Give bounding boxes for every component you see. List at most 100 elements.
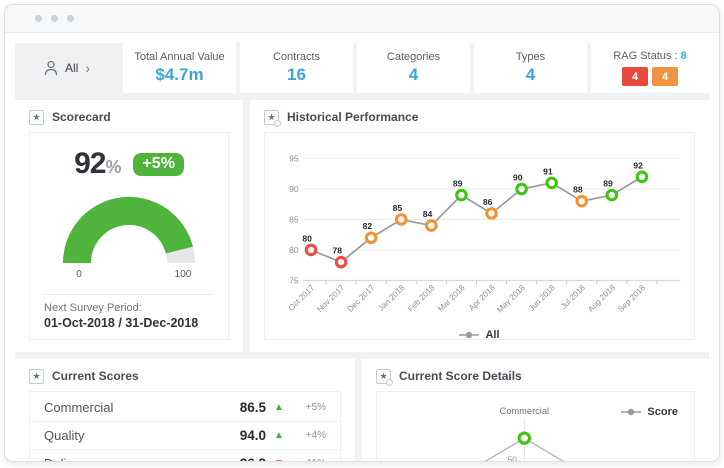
scope-filter-label: All: [65, 61, 78, 75]
score-row-commercial[interactable]: Commercial 86.5 ▲ +5%: [30, 394, 340, 422]
kpi-label: Categories: [387, 51, 440, 63]
svg-text:Dec 2017: Dec 2017: [346, 283, 377, 314]
panel-title: Current Scores: [52, 369, 139, 383]
svg-text:Jan 2018: Jan 2018: [377, 283, 407, 313]
radar-chart-card: Commercial 50 Score: [376, 391, 695, 462]
current-scores-panel: ★ Current Scores Commercial 86.5 ▲ +5% Q…: [15, 359, 355, 462]
svg-text:Aug 2018: Aug 2018: [586, 283, 617, 314]
kpi-categories: Categories 4: [357, 43, 470, 93]
score-delta: +4%: [292, 430, 326, 441]
window-control-icon[interactable]: [35, 15, 42, 22]
score-gauge: 0 100: [44, 185, 214, 286]
chart-point-label: 80: [302, 233, 312, 243]
chart-data-point: [427, 221, 437, 231]
chart-point-label: 92: [633, 160, 643, 170]
chart-data-point: [607, 190, 617, 200]
historical-chart-card: 9590858075Oct 2017Nov 2017Dec 2017Jan 20…: [264, 132, 695, 340]
score-label: Commercial: [44, 400, 226, 415]
score-value: 86.3: [226, 456, 266, 462]
window-control-icon[interactable]: [51, 15, 58, 22]
scorecard-card: 92% +5% 0 100 Next Survey Period: 01-Oct-…: [29, 132, 229, 340]
divider: [44, 294, 214, 295]
score-row: 92% +5%: [44, 147, 214, 181]
window-control-icon[interactable]: [67, 15, 74, 22]
svg-text:Nov 2017: Nov 2017: [315, 283, 346, 314]
score-value: 86.5: [226, 400, 266, 415]
person-icon: [44, 60, 58, 76]
star-icon: ★: [29, 369, 44, 384]
score-label: Quality: [44, 428, 226, 443]
kpi-total-annual-value: Total Annual Value $4.7m: [123, 43, 236, 93]
svg-text:100: 100: [175, 269, 192, 280]
score-label: Delivery: [44, 456, 226, 462]
chart-legend-all[interactable]: All: [271, 326, 688, 340]
kpi-value: 4: [526, 65, 535, 85]
score-row-delivery[interactable]: Delivery 86.3 ▼ -11%: [30, 450, 340, 462]
trend-arrow-icon: ▲: [266, 402, 292, 413]
score-details-title-row: ★ Current Score Details: [376, 367, 695, 385]
kpi-band: All › Total Annual Value $4.7m Contracts…: [15, 43, 709, 93]
kpi-value: 4: [409, 65, 418, 85]
star-magnifier-icon: ★: [376, 369, 391, 384]
historical-performance-panel: ★ Historical Performance 9590858075Oct 2…: [250, 100, 709, 352]
svg-text:Jun 2018: Jun 2018: [527, 283, 557, 313]
chart-point-label: 88: [573, 185, 583, 195]
radar-tick-label: 50: [508, 454, 518, 462]
svg-text:Mar 2018: Mar 2018: [436, 283, 467, 314]
kpi-contracts: Contracts 16: [240, 43, 353, 93]
chart-point-label: 90: [513, 172, 523, 182]
svg-text:90: 90: [289, 184, 299, 194]
kpi-label: Contracts: [273, 51, 320, 63]
svg-text:May 2018: May 2018: [495, 283, 527, 315]
dashboard: All › Total Annual Value $4.7m Contracts…: [15, 43, 709, 462]
chart-data-point: [517, 184, 527, 194]
radar-axis-label: Commercial: [500, 406, 549, 416]
chart-data-point: [366, 233, 376, 243]
radar-data-point: [519, 433, 529, 443]
svg-text:Sep 2018: Sep 2018: [616, 283, 647, 314]
app-window: All › Total Annual Value $4.7m Contracts…: [4, 4, 720, 462]
svg-text:95: 95: [289, 153, 299, 163]
score-value: 92: [74, 147, 105, 180]
kpi-label: Types: [516, 51, 545, 63]
legend-label: All: [485, 329, 499, 340]
chart-point-label: 89: [453, 179, 463, 189]
chart-point-label: 82: [363, 221, 373, 231]
kpi-value: $4.7m: [155, 65, 203, 85]
next-survey-value: 01-Oct-2018 / 31-Dec-2018: [44, 316, 214, 330]
panel-title: Scorecard: [52, 110, 111, 124]
score-delta: -11%: [292, 458, 326, 462]
next-survey-label: Next Survey Period:: [44, 302, 214, 314]
svg-text:75: 75: [289, 275, 299, 285]
scorecard-panel: ★ Scorecard 92% +5% 0100 Next Survey Per…: [15, 100, 243, 352]
chart-data-point: [396, 215, 406, 225]
svg-text:0: 0: [76, 269, 82, 280]
rag-total: 8: [681, 50, 687, 62]
score-delta-badge: +5%: [133, 153, 183, 176]
svg-text:Oct 2017: Oct 2017: [287, 283, 317, 313]
chart-point-label: 85: [393, 203, 403, 213]
panel-title: Historical Performance: [287, 110, 418, 124]
rag-badges: 4 4: [622, 67, 678, 86]
svg-text:85: 85: [289, 214, 299, 224]
score-percent-sign: %: [105, 157, 121, 177]
top-row: ★ Scorecard 92% +5% 0 100 Next Survey Per…: [15, 100, 709, 352]
scope-filter-dropdown[interactable]: All ›: [15, 43, 119, 93]
kpi-rag-status: RAG Status : 8 4 4: [591, 43, 709, 93]
historical-line-chart[interactable]: 9590858075Oct 2017Nov 2017Dec 2017Jan 20…: [271, 137, 688, 321]
rag-red-badge[interactable]: 4: [622, 67, 648, 86]
chart-data-point: [487, 209, 497, 219]
score-value: 94.0: [226, 428, 266, 443]
chart-legend-score[interactable]: Score: [621, 406, 678, 418]
chart-point-label: 86: [483, 197, 493, 207]
svg-text:Apr 2018: Apr 2018: [467, 283, 497, 313]
legend-marker-icon: [459, 331, 479, 339]
legend-label: Score: [647, 406, 678, 418]
chart-data-point: [577, 196, 587, 206]
trend-arrow-icon: ▲: [266, 430, 292, 441]
star-clock-icon: ★: [264, 110, 279, 125]
score-row-quality[interactable]: Quality 94.0 ▲ +4%: [30, 422, 340, 450]
rag-amber-badge[interactable]: 4: [652, 67, 678, 86]
svg-text:Jul 2018: Jul 2018: [559, 283, 587, 311]
current-scores-title-row: ★ Current Scores: [29, 367, 341, 385]
